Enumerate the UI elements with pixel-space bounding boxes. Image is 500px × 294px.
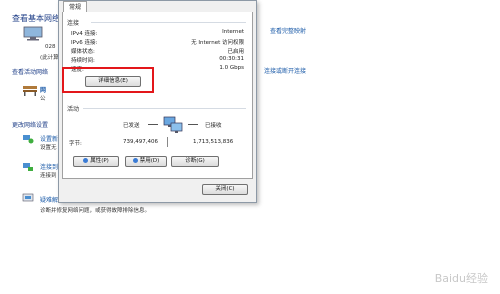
bytes-divider — [167, 137, 168, 147]
duration-value: 00:30:31 — [219, 56, 244, 62]
ipv6-label: IPv6 连接: — [71, 40, 98, 46]
page-title: 查看基本网络 — [12, 14, 60, 23]
properties-button-label: 属性(P) — [90, 158, 109, 164]
activity-section-label: 活动 — [67, 106, 80, 113]
close-button[interactable]: 关闭(C) — [202, 184, 248, 195]
troubleshoot-icon — [22, 193, 34, 203]
park-bench-icon — [22, 84, 38, 96]
bytes-label: 字节: — [69, 141, 82, 147]
computer-icon — [22, 26, 44, 41]
partial-number: 028 — [45, 44, 56, 50]
properties-button[interactable]: 属性(P) — [73, 156, 119, 167]
connection-separator — [91, 22, 246, 23]
bytes-received-value: 1,713,513,836 — [193, 139, 234, 145]
network-setup-icon — [22, 134, 34, 144]
shield-icon — [83, 158, 89, 163]
shield-icon — [132, 158, 138, 163]
setup-connection-link[interactable]: 设置新 — [40, 134, 58, 143]
received-label: 已接收 — [205, 123, 222, 129]
sent-dash — [148, 124, 158, 125]
troubleshoot-desc: 诊断并修复网络问题，或获得故障排除信息。 — [40, 208, 151, 214]
partial-computer-text: (此计算 — [40, 55, 59, 61]
activity-separator — [83, 108, 246, 109]
network-activity-icon — [161, 115, 185, 135]
connect-disconnect-link[interactable]: 连接或断开连接 — [264, 66, 306, 75]
ipv4-value: Internet — [222, 29, 244, 35]
speed-value: 1.0 Gbps — [219, 65, 244, 71]
ipv6-value: 无 Internet 访问权限 — [191, 40, 244, 46]
received-dash — [188, 124, 198, 125]
setup-connection-desc: 设置无 — [40, 145, 57, 151]
connect-network-desc: 连接到 — [40, 173, 57, 179]
troubleshoot-link[interactable]: 疑难解 — [40, 195, 58, 204]
watermark: Baidu经验 — [434, 272, 488, 285]
connection-status-dialog: 常规 连接 IPv4 连接: Internet IPv6 连接: 无 Inter… — [58, 0, 257, 203]
media-state-label: 媒体状态: — [71, 49, 95, 55]
active-networks-heading: 查看活动网络 — [12, 69, 49, 76]
connect-network-link[interactable]: 连接到 — [40, 162, 58, 171]
disable-button[interactable]: 禁用(D) — [125, 156, 167, 167]
bytes-sent-value: 739,497,406 — [123, 139, 158, 145]
sent-label: 已发送 — [123, 123, 140, 129]
network-name[interactable]: 网 — [40, 85, 46, 94]
disable-button-label: 禁用(D) — [139, 158, 160, 164]
general-panel: 连接 IPv4 连接: Internet IPv6 连接: 无 Internet… — [62, 12, 253, 179]
duration-label: 持续时间: — [71, 58, 95, 64]
ipv4-label: IPv4 连接: — [71, 31, 98, 37]
media-state-value: 已启用 — [227, 49, 244, 55]
connect-network-icon — [22, 162, 34, 172]
connection-section-label: 连接 — [67, 20, 80, 27]
change-settings-heading: 更改网络设置 — [12, 122, 49, 129]
highlight-box — [62, 67, 154, 93]
network-type: 公 — [40, 96, 46, 102]
view-full-map-link[interactable]: 查看完整映射 — [270, 26, 306, 35]
diagnose-button[interactable]: 诊断(G) — [171, 156, 219, 167]
